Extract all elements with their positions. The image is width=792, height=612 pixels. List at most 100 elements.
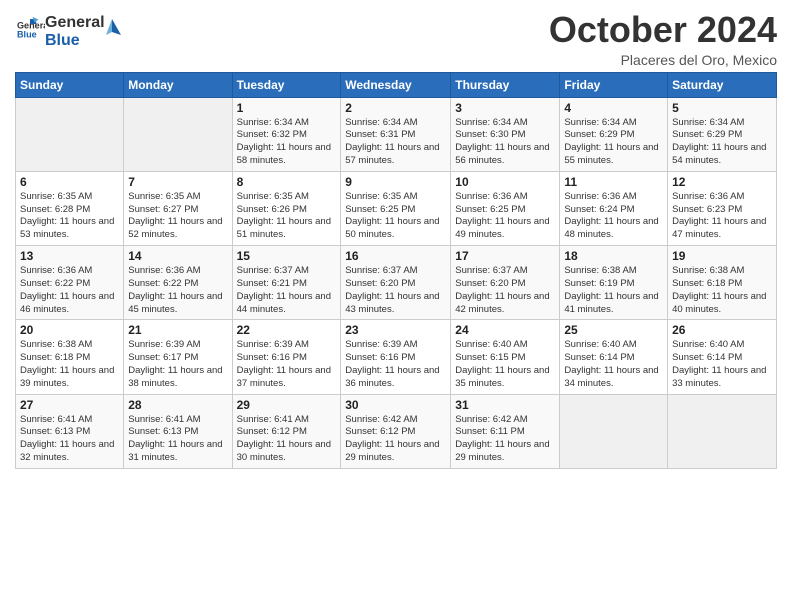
calendar-cell: 5 Sunrise: 6:34 AMSunset: 6:29 PMDaylight… <box>668 97 777 171</box>
calendar-cell: 6 Sunrise: 6:35 AMSunset: 6:28 PMDaylight… <box>16 171 124 245</box>
day-number: 7 <box>128 175 227 189</box>
calendar-cell: 8Sunrise: 6:35 AMSunset: 6:26 PMDaylight… <box>232 171 341 245</box>
day-number: 1 <box>237 101 337 115</box>
day-info: Sunrise: 6:34 AMSunset: 6:29 PMDaylight:… <box>564 117 663 168</box>
calendar-cell: 14 Sunrise: 6:36 AMSunset: 6:22 PMDayligh… <box>124 246 232 320</box>
calendar-cell: 10Sunrise: 6:36 AMSunset: 6:25 PMDayligh… <box>451 171 560 245</box>
weekday-header: Friday <box>560 72 668 97</box>
calendar-cell: 26 Sunrise: 6:40 AMSunset: 6:14 PMDayligh… <box>668 320 777 394</box>
calendar-cell: 19Sunrise: 6:38 AMSunset: 6:18 PMDayligh… <box>668 246 777 320</box>
calendar-cell: 1 Sunrise: 6:34 AMSunset: 6:32 PMDaylight… <box>232 97 341 171</box>
day-number: 20 <box>20 323 119 337</box>
logo-sail-icon <box>101 17 123 39</box>
calendar-week-row: 13 Sunrise: 6:36 AMSunset: 6:22 PMDayligh… <box>16 246 777 320</box>
page-container: General Blue General Blue October 2024 P… <box>0 0 792 479</box>
day-info: Sunrise: 6:39 AMSunset: 6:16 PMDaylight:… <box>237 339 337 390</box>
day-info: Sunrise: 6:34 AMSunset: 6:30 PMDaylight:… <box>455 117 555 168</box>
logo-blue: Blue <box>45 32 105 50</box>
calendar-week-row: 1 Sunrise: 6:34 AMSunset: 6:32 PMDaylight… <box>16 97 777 171</box>
title-block: October 2024 Placeres del Oro, Mexico <box>549 10 777 68</box>
day-info: Sunrise: 6:35 AMSunset: 6:25 PMDaylight:… <box>345 191 446 242</box>
day-number: 27 <box>20 398 119 412</box>
day-info: Sunrise: 6:35 AMSunset: 6:27 PMDaylight:… <box>128 191 227 242</box>
day-info: Sunrise: 6:37 AMSunset: 6:20 PMDaylight:… <box>455 265 555 316</box>
day-info: Sunrise: 6:34 AMSunset: 6:32 PMDaylight:… <box>237 117 337 168</box>
calendar-cell: 24Sunrise: 6:40 AMSunset: 6:15 PMDayligh… <box>451 320 560 394</box>
day-info: Sunrise: 6:36 AMSunset: 6:22 PMDaylight:… <box>128 265 227 316</box>
day-number: 23 <box>345 323 446 337</box>
day-info: Sunrise: 6:36 AMSunset: 6:24 PMDaylight:… <box>564 191 663 242</box>
calendar-cell: 2 Sunrise: 6:34 AMSunset: 6:31 PMDaylight… <box>341 97 451 171</box>
svg-text:Blue: Blue <box>17 29 37 39</box>
logo: General Blue General Blue <box>15 14 123 49</box>
day-number: 8 <box>237 175 337 189</box>
day-number: 13 <box>20 249 119 263</box>
weekday-header: Tuesday <box>232 72 341 97</box>
day-number: 9 <box>345 175 446 189</box>
day-number: 14 <box>128 249 227 263</box>
calendar-cell: 30Sunrise: 6:42 AMSunset: 6:12 PMDayligh… <box>341 394 451 468</box>
day-number: 22 <box>237 323 337 337</box>
day-info: Sunrise: 6:36 AMSunset: 6:23 PMDaylight:… <box>672 191 772 242</box>
day-number: 28 <box>128 398 227 412</box>
weekday-header-row: SundayMondayTuesdayWednesdayThursdayFrid… <box>16 72 777 97</box>
day-number: 5 <box>672 101 772 115</box>
day-info: Sunrise: 6:39 AMSunset: 6:16 PMDaylight:… <box>345 339 446 390</box>
day-number: 3 <box>455 101 555 115</box>
day-info: Sunrise: 6:38 AMSunset: 6:19 PMDaylight:… <box>564 265 663 316</box>
calendar-cell: 20Sunrise: 6:38 AMSunset: 6:18 PMDayligh… <box>16 320 124 394</box>
day-info: Sunrise: 6:36 AMSunset: 6:25 PMDaylight:… <box>455 191 555 242</box>
location-subtitle: Placeres del Oro, Mexico <box>549 52 777 68</box>
calendar-cell: 3 Sunrise: 6:34 AMSunset: 6:30 PMDaylight… <box>451 97 560 171</box>
calendar-cell <box>668 394 777 468</box>
calendar-cell: 9 Sunrise: 6:35 AMSunset: 6:25 PMDaylight… <box>341 171 451 245</box>
day-number: 26 <box>672 323 772 337</box>
day-number: 19 <box>672 249 772 263</box>
day-info: Sunrise: 6:41 AMSunset: 6:12 PMDaylight:… <box>237 414 337 465</box>
weekday-header: Monday <box>124 72 232 97</box>
day-info: Sunrise: 6:37 AMSunset: 6:20 PMDaylight:… <box>345 265 446 316</box>
weekday-header: Saturday <box>668 72 777 97</box>
weekday-header: Thursday <box>451 72 560 97</box>
calendar-cell: 22 Sunrise: 6:39 AMSunset: 6:16 PMDayligh… <box>232 320 341 394</box>
day-number: 2 <box>345 101 446 115</box>
day-number: 18 <box>564 249 663 263</box>
calendar-cell: 28 Sunrise: 6:41 AMSunset: 6:13 PMDayligh… <box>124 394 232 468</box>
calendar-cell: 31 Sunrise: 6:42 AMSunset: 6:11 PMDayligh… <box>451 394 560 468</box>
day-number: 15 <box>237 249 337 263</box>
day-info: Sunrise: 6:35 AMSunset: 6:28 PMDaylight:… <box>20 191 119 242</box>
day-info: Sunrise: 6:36 AMSunset: 6:22 PMDaylight:… <box>20 265 119 316</box>
day-info: Sunrise: 6:40 AMSunset: 6:14 PMDaylight:… <box>672 339 772 390</box>
calendar-cell: 17Sunrise: 6:37 AMSunset: 6:20 PMDayligh… <box>451 246 560 320</box>
day-number: 29 <box>237 398 337 412</box>
month-title: October 2024 <box>549 10 777 50</box>
calendar-cell: 23 Sunrise: 6:39 AMSunset: 6:16 PMDayligh… <box>341 320 451 394</box>
day-info: Sunrise: 6:42 AMSunset: 6:12 PMDaylight:… <box>345 414 446 465</box>
calendar-cell <box>124 97 232 171</box>
day-info: Sunrise: 6:42 AMSunset: 6:11 PMDaylight:… <box>455 414 555 465</box>
calendar-cell: 21Sunrise: 6:39 AMSunset: 6:17 PMDayligh… <box>124 320 232 394</box>
day-number: 31 <box>455 398 555 412</box>
day-info: Sunrise: 6:34 AMSunset: 6:31 PMDaylight:… <box>345 117 446 168</box>
day-number: 12 <box>672 175 772 189</box>
header-row: General Blue General Blue October 2024 P… <box>15 10 777 68</box>
day-info: Sunrise: 6:40 AMSunset: 6:15 PMDaylight:… <box>455 339 555 390</box>
day-info: Sunrise: 6:34 AMSunset: 6:29 PMDaylight:… <box>672 117 772 168</box>
day-number: 21 <box>128 323 227 337</box>
day-number: 6 <box>20 175 119 189</box>
calendar-cell: 4Sunrise: 6:34 AMSunset: 6:29 PMDaylight… <box>560 97 668 171</box>
day-number: 16 <box>345 249 446 263</box>
calendar-cell: 27Sunrise: 6:41 AMSunset: 6:13 PMDayligh… <box>16 394 124 468</box>
calendar-table: SundayMondayTuesdayWednesdayThursdayFrid… <box>15 72 777 469</box>
calendar-cell <box>16 97 124 171</box>
calendar-cell: 13 Sunrise: 6:36 AMSunset: 6:22 PMDayligh… <box>16 246 124 320</box>
calendar-week-row: 27 Sunrise: 6:41 AMSunset: 6:13 PMDayligh… <box>16 394 777 468</box>
weekday-header: Wednesday <box>341 72 451 97</box>
day-info: Sunrise: 6:37 AMSunset: 6:21 PMDaylight:… <box>237 265 337 316</box>
calendar-cell: 16 Sunrise: 6:37 AMSunset: 6:20 PMDayligh… <box>341 246 451 320</box>
day-info: Sunrise: 6:41 AMSunset: 6:13 PMDaylight:… <box>128 414 227 465</box>
calendar-cell: 11Sunrise: 6:36 AMSunset: 6:24 PMDayligh… <box>560 171 668 245</box>
calendar-week-row: 20Sunrise: 6:38 AMSunset: 6:18 PMDayligh… <box>16 320 777 394</box>
calendar-cell <box>560 394 668 468</box>
logo-icon: General Blue <box>17 15 45 43</box>
